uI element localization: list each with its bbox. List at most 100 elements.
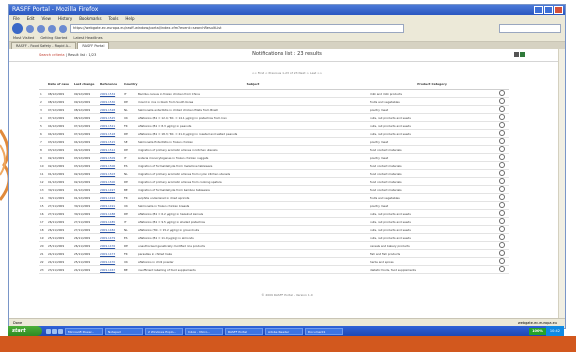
magnifier-icon[interactable] [499, 122, 505, 128]
taskbar-item[interactable]: Inbox - Micro... [185, 327, 223, 335]
reference-link[interactable]: 2009.1503 [99, 169, 123, 178]
pagination[interactable]: << First < Previous 1-23 of 23 Next > La… [9, 71, 565, 75]
taskbar-item[interactable]: Microsoft Power... [65, 327, 103, 335]
taskbar-item[interactable]: Document1 [305, 327, 343, 335]
reference-link[interactable]: 2009.1476 [99, 241, 123, 250]
reference-link[interactable]: 2009.1530 [99, 97, 123, 106]
magnifier-icon[interactable] [499, 138, 505, 144]
reference-link[interactable]: 2009.1485 [99, 217, 123, 226]
reference-link[interactable]: 2009.1473 [99, 249, 123, 258]
reference-link[interactable]: 2009.1500 [99, 177, 123, 186]
magnifier-icon[interactable] [499, 130, 505, 136]
taskbar-item[interactable]: Notepad [105, 327, 143, 335]
magnifier-icon[interactable] [499, 226, 505, 232]
table-row[interactable]: 4 07/12/2009 08/12/2009 2009.1525 UK aflatoxi… [39, 113, 509, 122]
bookmark-most-visited[interactable]: Most Visited [13, 35, 34, 41]
table-row[interactable]: 6 04/12/2009 07/12/2009 2009.1518 DE aflatoxi… [39, 129, 509, 138]
magnifier-icon[interactable] [499, 154, 505, 160]
maximize-icon[interactable] [544, 6, 553, 14]
close-icon[interactable] [554, 6, 563, 14]
back-icon[interactable] [12, 23, 23, 34]
reference-link[interactable]: 2009.1521 [99, 121, 123, 130]
table-row[interactable]: 12 01/12/2009 02/12/2009 2009.1500 DE migrati… [39, 177, 509, 186]
col-date-of-case[interactable]: Date of case [47, 79, 73, 90]
magnifier-icon[interactable] [499, 258, 505, 264]
quick-launch-icon[interactable] [46, 328, 51, 334]
table-row[interactable]: 2 08/12/2009 09/12/2009 2009.1530 DE mould in… [39, 97, 509, 106]
magnifier-icon[interactable] [499, 170, 505, 176]
menu-view[interactable]: View [41, 15, 51, 22]
magnifier-icon[interactable] [499, 162, 505, 168]
bookmark-latest-headlines[interactable]: Latest Headlines [73, 35, 102, 41]
reload-icon[interactable] [37, 24, 45, 33]
col-country[interactable]: Country [123, 79, 137, 90]
excel-export-icon[interactable] [520, 52, 525, 57]
reference-link[interactable]: 2009.1518 [99, 129, 123, 138]
table-row[interactable]: 18 26/11/2009 27/11/2009 2009.1482 NL aflatox… [39, 225, 509, 234]
forward-icon[interactable] [26, 24, 34, 33]
table-row[interactable]: 22 24/11/2009 25/11/2009 2009.1470 UK aflatox… [39, 257, 509, 266]
table-row[interactable]: 23 23/11/2009 24/11/2009 2009.1467 BE insuffi… [39, 265, 509, 274]
print-icon[interactable] [514, 52, 519, 57]
menu-history[interactable]: History [58, 15, 72, 22]
magnifier-icon[interactable] [499, 146, 505, 152]
reference-link[interactable]: 2009.1488 [99, 209, 123, 218]
menu-bookmarks[interactable]: Bookmarks [79, 15, 101, 22]
quick-launch-icon[interactable] [58, 328, 63, 334]
menu-edit[interactable]: Edit [27, 15, 35, 22]
table-row[interactable]: 13 30/11/2009 01/12/2009 2009.1497 BE migrati… [39, 185, 509, 194]
table-row[interactable]: 16 27/11/2009 30/11/2009 2009.1488 DE aflatox… [39, 209, 509, 218]
reference-link[interactable]: 2009.1470 [99, 257, 123, 266]
table-row[interactable]: 7 03/12/2009 04/12/2009 2009.1515 SE Salmonel… [39, 137, 509, 146]
table-row[interactable]: 1 08/12/2009 09/12/2009 2009.1534 IT Bacillus… [39, 89, 509, 98]
table-row[interactable]: 5 04/12/2009 07/12/2009 2009.1521 FR aflatoxi… [39, 121, 509, 130]
magnifier-icon[interactable] [499, 98, 505, 104]
reference-link[interactable]: 2009.1509 [99, 153, 123, 162]
reference-link[interactable]: 2009.1512 [99, 145, 123, 154]
taskbar-item[interactable]: 2 Windows Explo... [145, 327, 183, 335]
bookmark-getting-started[interactable]: Getting Started [40, 35, 67, 41]
address-bar[interactable]: https://webgate.ec.europa.eu/rasff-windo… [70, 24, 404, 33]
table-row[interactable]: 3 07/12/2009 08/12/2009 2009.1528 NL Salmonel… [39, 105, 509, 114]
reference-link[interactable]: 2009.1525 [99, 113, 123, 122]
table-row[interactable]: 21 24/11/2009 25/11/2009 2009.1473 FR parasit… [39, 249, 509, 258]
minimize-icon[interactable] [534, 6, 543, 14]
table-row[interactable]: 8 03/12/2009 04/12/2009 2009.1512 DE migratio… [39, 145, 509, 154]
reference-link[interactable]: 2009.1467 [99, 265, 123, 274]
reference-link[interactable]: 2009.1491 [99, 201, 123, 210]
reference-link[interactable]: 2009.1482 [99, 225, 123, 234]
col-reference[interactable]: Reference [99, 79, 123, 90]
magnifier-icon[interactable] [499, 106, 505, 112]
start-button[interactable]: start [8, 326, 42, 336]
scrollbar[interactable] [558, 49, 565, 319]
reference-link[interactable]: 2009.1479 [99, 233, 123, 242]
magnifier-icon[interactable] [499, 202, 505, 208]
table-row[interactable]: 14 30/11/2009 01/12/2009 2009.1494 FR sulphit… [39, 193, 509, 202]
magnifier-icon[interactable] [499, 218, 505, 224]
magnifier-icon[interactable] [499, 186, 505, 192]
table-row[interactable]: 11 01/12/2009 02/12/2009 2009.1503 NL migrati… [39, 169, 509, 178]
table-row[interactable]: 20 25/11/2009 26/11/2009 2009.1476 DE unautho… [39, 241, 509, 250]
table-row[interactable]: 10 02/12/2009 03/12/2009 2009.1506 ES migrati… [39, 161, 509, 170]
search-input[interactable] [499, 24, 561, 33]
table-row[interactable]: 17 26/11/2009 27/11/2009 2009.1485 IT aflatox… [39, 217, 509, 226]
magnifier-icon[interactable] [499, 210, 505, 216]
reference-link[interactable]: 2009.1506 [99, 161, 123, 170]
reference-link[interactable]: 2009.1534 [99, 89, 123, 98]
col-product-category[interactable]: Product Category [369, 79, 495, 90]
magnifier-icon[interactable] [499, 234, 505, 240]
col-subject[interactable]: Subject [137, 79, 369, 90]
quick-launch-icon[interactable] [52, 328, 57, 334]
taskbar-item[interactable]: Adobe Reader [265, 327, 303, 335]
stop-icon[interactable] [48, 24, 56, 33]
menu-help[interactable]: Help [125, 15, 134, 22]
magnifier-icon[interactable] [499, 242, 505, 248]
table-row[interactable]: 19 25/11/2009 26/11/2009 2009.1479 ES aflatox… [39, 233, 509, 242]
reference-link[interactable]: 2009.1494 [99, 193, 123, 202]
col-last-change[interactable]: Last change [73, 79, 99, 90]
menu-tools[interactable]: Tools [109, 15, 119, 22]
magnifier-icon[interactable] [499, 266, 505, 272]
reference-link[interactable]: 2009.1497 [99, 185, 123, 194]
reference-link[interactable]: 2009.1528 [99, 105, 123, 114]
magnifier-icon[interactable] [499, 178, 505, 184]
